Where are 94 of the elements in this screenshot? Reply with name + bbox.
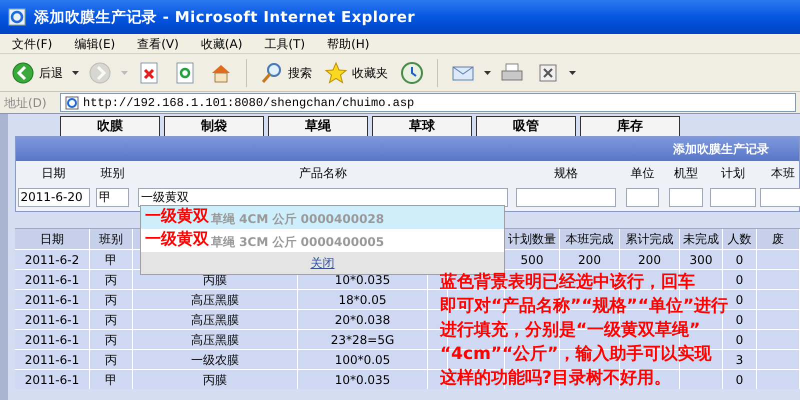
close-link[interactable]: 关闭 bbox=[310, 254, 334, 272]
nav-tab[interactable]: 吸管 bbox=[476, 116, 576, 136]
table-cell-text: 甲 bbox=[105, 372, 117, 388]
search-icon bbox=[260, 60, 284, 84]
field-label: 规格 bbox=[554, 165, 578, 182]
table-cell-text: 0 bbox=[736, 252, 744, 268]
table-cell-text: 高压黑膜 bbox=[191, 312, 239, 328]
nav-tab[interactable]: 库存 bbox=[580, 116, 680, 136]
address-field[interactable]: http://192.168.1.101:8080/shengchan/chuimo.asp bbox=[60, 93, 796, 112]
table-cell-text: 2011-6-1 bbox=[24, 292, 80, 308]
field-label: 日期 bbox=[42, 165, 66, 182]
table-cell-text: 0 bbox=[736, 372, 744, 388]
menu-item[interactable]: 文件(F) bbox=[12, 34, 52, 52]
caret-icon[interactable] bbox=[72, 70, 79, 74]
annotation-text: 蓝色背景表明已经选中该行，回车 bbox=[440, 271, 696, 294]
annotation-text: 这样的功能吗?目录树不好用。 bbox=[440, 367, 672, 390]
column-header: 日期 bbox=[40, 231, 64, 248]
table-cell-text: 0 bbox=[736, 332, 744, 348]
clock-icon bbox=[400, 60, 424, 84]
menu-item[interactable]: 收藏(A) bbox=[200, 34, 242, 52]
input-field[interactable]: 2011-6-20 bbox=[18, 188, 90, 206]
field-label: 本班 bbox=[771, 165, 795, 182]
column-header: 班别 bbox=[99, 231, 123, 248]
input-field[interactable]: 甲 bbox=[96, 188, 129, 206]
browser-icon bbox=[8, 8, 26, 26]
table-cell-text: 高压黑膜 bbox=[191, 332, 239, 348]
table-cell-text: 丙 bbox=[105, 312, 117, 328]
table-cell-text: 200 bbox=[578, 252, 601, 268]
table-cell-text: 2011-6-1 bbox=[24, 352, 80, 368]
table-cell-text: 10*0.035 bbox=[334, 372, 390, 388]
column-header: 本班完成 bbox=[566, 231, 614, 248]
table-cell-text: 2011-6-1 bbox=[24, 312, 80, 328]
input-field[interactable] bbox=[626, 188, 659, 206]
caret-icon[interactable] bbox=[484, 70, 491, 74]
field-label: 机型 bbox=[674, 165, 698, 182]
field-label: 产品名称 bbox=[299, 165, 347, 182]
input-field[interactable] bbox=[710, 188, 756, 206]
input-field[interactable]: 一级黄双 bbox=[138, 188, 508, 206]
table-cell-text: 0 bbox=[736, 272, 744, 288]
star-icon bbox=[324, 60, 348, 84]
annotation-text: “4cm”“公斤”，输入助手可以实现 bbox=[440, 343, 712, 366]
table-cell-text: 高压黑膜 bbox=[191, 292, 239, 308]
table-cell-text: 3 bbox=[736, 352, 744, 368]
nav-tab[interactable]: 吹膜 bbox=[60, 116, 160, 136]
nav-tab[interactable]: 草球 bbox=[372, 116, 472, 136]
table-cell-text: 500 bbox=[520, 252, 544, 268]
table-cell-text: 丙 bbox=[105, 292, 117, 308]
table-cell-text: 0 bbox=[736, 312, 744, 328]
back-button[interactable]: 后退 bbox=[8, 56, 66, 88]
field-label: 单位 bbox=[630, 165, 654, 182]
table-cell-text: 10*0.035 bbox=[334, 272, 390, 288]
table-cell-text: 200 bbox=[638, 252, 661, 268]
menu-item[interactable]: 编辑(E) bbox=[74, 34, 116, 52]
table-cell-text: 丙 bbox=[105, 332, 117, 348]
table-cell-text: 18*0.05 bbox=[338, 292, 386, 308]
annotation-text: 即可对“产品名称”“规格”“单位”进行 bbox=[440, 295, 728, 318]
nav-tab[interactable]: 制袋 bbox=[164, 116, 264, 136]
table-cell-text: 2011-6-1 bbox=[24, 332, 80, 348]
input-field[interactable] bbox=[669, 188, 703, 206]
field-label: 计划 bbox=[721, 165, 745, 182]
table-cell-text: 0 bbox=[736, 292, 744, 308]
column-header: 人数 bbox=[728, 231, 752, 248]
annotation-text: 进行填充，分别是“一级黄双草绳” bbox=[440, 319, 702, 342]
column-header: 计划数量 bbox=[508, 231, 556, 248]
table-cell-text: 2011-6-2 bbox=[24, 252, 80, 268]
column-header: 未完成 bbox=[683, 231, 719, 248]
address-label: 地址(D) bbox=[4, 94, 48, 112]
table-cell-text: 丙 bbox=[105, 352, 117, 368]
nav-tab[interactable]: 草绳 bbox=[268, 116, 368, 136]
table-cell-text: 丙膜 bbox=[203, 372, 227, 388]
table-cell-text: 23*28=5G bbox=[330, 332, 394, 348]
column-header: 累计完成 bbox=[626, 231, 674, 248]
input-field[interactable] bbox=[760, 188, 800, 206]
table-cell-text: 2011-6-1 bbox=[24, 372, 80, 388]
table-cell-text: 一级农膜 bbox=[191, 352, 239, 368]
search-button[interactable]: 搜索 bbox=[257, 56, 315, 88]
caret-icon[interactable] bbox=[569, 70, 576, 74]
table-cell-text: 甲 bbox=[105, 252, 117, 268]
menu-item[interactable]: 查看(V) bbox=[137, 34, 179, 52]
table-cell-text: 20*0.038 bbox=[334, 312, 390, 328]
table-cell-text: 丙膜 bbox=[203, 272, 227, 288]
menu-item[interactable]: 帮助(H) bbox=[327, 34, 370, 52]
page-icon bbox=[65, 96, 79, 110]
table-cell-text: 100*0.05 bbox=[334, 352, 390, 368]
form-title: 添加吹膜生产记录 bbox=[673, 141, 769, 158]
table-cell-text: 丙 bbox=[105, 272, 117, 288]
input-field[interactable] bbox=[516, 188, 616, 206]
favorites-button[interactable]: 收藏夹 bbox=[321, 56, 391, 88]
table-cell-text: 300 bbox=[690, 252, 712, 268]
window-title: 添加吹膜生产记录 - Microsoft Internet Explorer bbox=[34, 6, 416, 28]
column-header: 废 bbox=[772, 231, 784, 248]
table-cell-text: 2011-6-1 bbox=[24, 272, 80, 288]
menu-item[interactable]: 工具(T) bbox=[264, 34, 306, 52]
field-label: 班别 bbox=[100, 165, 124, 182]
